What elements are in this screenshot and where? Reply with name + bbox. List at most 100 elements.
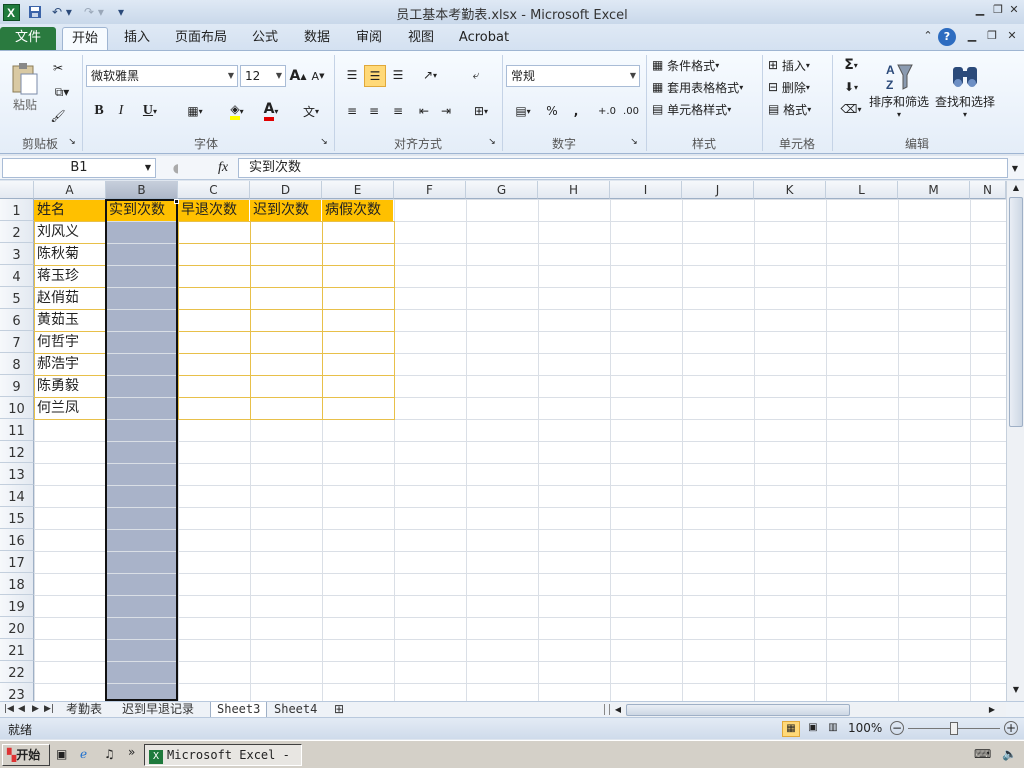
row-header[interactable]: 8 <box>0 353 34 375</box>
insert-sheet-icon[interactable]: ⊞ <box>328 702 350 717</box>
formula-input[interactable]: 实到次数 <box>238 158 1008 178</box>
conditional-formatting-button[interactable]: ▦ 条件格式 ▾ <box>652 55 736 75</box>
italic-button[interactable]: I <box>112 101 130 121</box>
doc-close-icon[interactable]: ✕ <box>1004 29 1020 43</box>
tab-file[interactable]: 文件 <box>0 27 56 50</box>
number-format-combo[interactable]: 常规 ▼ <box>506 65 640 87</box>
name-cell[interactable]: 刘风义 <box>34 222 105 243</box>
name-cell[interactable]: 何兰凤 <box>34 398 105 419</box>
column-header[interactable]: I <box>610 181 682 199</box>
horizontal-scroll-thumb[interactable] <box>626 704 850 716</box>
tab-data[interactable]: 数据 <box>296 27 338 50</box>
column-header[interactable]: B <box>106 181 178 199</box>
format-cells-button[interactable]: ▤ 格式 ▾ <box>768 99 826 119</box>
expand-formula-bar-icon[interactable]: ▼ <box>1008 160 1022 176</box>
grow-font-button[interactable]: A ▲ <box>290 66 307 86</box>
volume-icon[interactable]: 🔈 <box>1002 747 1018 763</box>
row-header[interactable]: 18 <box>0 573 34 595</box>
row-header[interactable]: 4 <box>0 265 34 287</box>
align-right-icon[interactable]: ≡ <box>388 101 408 121</box>
row-header[interactable]: 14 <box>0 485 34 507</box>
column-header[interactable]: J <box>682 181 754 199</box>
keyboard-icon[interactable]: ⌨ <box>974 747 994 763</box>
cut-icon[interactable]: ✂ <box>48 59 68 77</box>
start-button[interactable]: ▚开始 <box>2 744 50 766</box>
tab-home[interactable]: 开始 <box>62 27 108 50</box>
percent-button[interactable]: % <box>542 101 562 121</box>
clipboard-launcher-icon[interactable]: ↘ <box>66 135 78 149</box>
align-left-icon[interactable]: ≡ <box>342 101 362 121</box>
row-header[interactable]: 21 <box>0 639 34 661</box>
row-header[interactable]: 20 <box>0 617 34 639</box>
column-header[interactable]: A <box>34 181 106 199</box>
last-sheet-icon[interactable]: ▶| <box>42 702 56 717</box>
next-sheet-icon[interactable]: ▶ <box>30 702 41 717</box>
zoom-slider-thumb[interactable] <box>950 722 958 735</box>
row-header[interactable]: 3 <box>0 243 34 265</box>
name-cell[interactable]: 郝浩宇 <box>34 354 105 375</box>
column-header[interactable]: M <box>898 181 970 199</box>
name-cell[interactable]: 陈秋菊 <box>34 244 105 265</box>
tab-page-layout[interactable]: 页面布局 <box>170 27 232 50</box>
column-header[interactable]: H <box>538 181 610 199</box>
cell-styles-button[interactable]: ▤ 单元格样式 ▾ <box>652 99 748 119</box>
media-icon[interactable]: ♫ <box>104 747 120 763</box>
alignment-launcher-icon[interactable]: ↘ <box>486 135 498 149</box>
header-cell[interactable]: 病假次数 <box>322 200 393 221</box>
shrink-font-button[interactable]: A ▼ <box>310 66 326 86</box>
font-name-combo[interactable]: 微软雅黑 ▼ <box>86 65 238 87</box>
copy-icon[interactable]: ⧉▾ <box>48 83 76 101</box>
row-header[interactable]: 9 <box>0 375 34 397</box>
worksheet-grid[interactable]: A B C D E F G H I J K L M N 1 2 3 4 5 6 7 8 9 10 11 12 13 14 15 16 17 1… <box>0 181 1006 701</box>
align-middle-icon[interactable]: ☰ <box>364 65 386 87</box>
column-header[interactable]: D <box>250 181 322 199</box>
column-header[interactable]: N <box>970 181 1006 199</box>
zoom-in-icon[interactable]: + <box>1004 721 1018 735</box>
tab-acrobat[interactable]: Acrobat <box>452 27 516 50</box>
increase-decimal-icon[interactable]: +.0 <box>596 101 618 121</box>
autosum-button[interactable]: Σ ▾ <box>838 55 864 75</box>
row-header[interactable]: 2 <box>0 221 34 243</box>
name-cell[interactable]: 蒋玉珍 <box>34 266 105 287</box>
ribbon-collapse-icon[interactable]: ⌃ <box>920 29 936 43</box>
insert-function-button[interactable]: fx <box>212 159 234 177</box>
sheet-tab-sheet3[interactable]: Sheet3 <box>210 702 268 717</box>
column-header[interactable]: G <box>466 181 538 199</box>
wrap-text-icon[interactable]: ⤶ <box>466 65 486 85</box>
column-header[interactable]: L <box>826 181 898 199</box>
select-all-corner[interactable] <box>0 181 34 199</box>
column-header[interactable]: F <box>394 181 466 199</box>
column-header[interactable]: C <box>178 181 250 199</box>
page-break-view-icon[interactable]: ▥ <box>824 721 842 737</box>
row-header[interactable]: 17 <box>0 551 34 573</box>
tab-review[interactable]: 审阅 <box>348 27 390 50</box>
underline-button[interactable]: U ▾ <box>136 101 164 121</box>
name-box[interactable]: B1 ▼ <box>2 158 156 178</box>
bold-button[interactable]: B <box>90 101 108 121</box>
help-icon[interactable]: ? <box>938 28 956 46</box>
name-cell[interactable]: 陈勇毅 <box>34 376 105 397</box>
align-top-icon[interactable]: ☰ <box>342 65 362 85</box>
row-header[interactable]: 16 <box>0 529 34 551</box>
orientation-icon[interactable]: ↗ ▾ <box>416 65 444 85</box>
delete-cells-button[interactable]: ⊟ 删除 ▾ <box>768 77 826 97</box>
font-launcher-icon[interactable]: ↘ <box>318 135 330 149</box>
normal-view-icon[interactable]: ▦ <box>782 721 800 737</box>
scroll-down-icon[interactable]: ▼ <box>1009 685 1023 697</box>
row-header[interactable]: 10 <box>0 397 34 419</box>
zoom-level[interactable]: 100% <box>848 721 882 735</box>
scroll-up-icon[interactable]: ▲ <box>1009 183 1023 195</box>
border-icon[interactable]: ▦ ▾ <box>180 101 210 121</box>
row-header[interactable]: 6 <box>0 309 34 331</box>
desktop-icon[interactable]: ▣ <box>56 747 72 763</box>
scroll-right-icon[interactable]: ▶ <box>986 703 998 716</box>
header-cell[interactable]: 姓名 <box>34 200 105 221</box>
insert-cells-button[interactable]: ⊞ 插入 ▾ <box>768 55 826 75</box>
prev-sheet-icon[interactable]: ◀ <box>16 702 27 717</box>
find-select-button[interactable]: 查找和选择 ▾ <box>934 55 996 125</box>
sheet-tab-attendance[interactable]: 考勤表 <box>60 702 108 717</box>
fill-handle[interactable] <box>174 199 179 204</box>
taskbar-excel-button[interactable]: XMicrosoft Excel - ... <box>144 744 302 766</box>
accounting-format-icon[interactable]: ▤ ▾ <box>508 101 538 121</box>
column-header[interactable]: K <box>754 181 826 199</box>
